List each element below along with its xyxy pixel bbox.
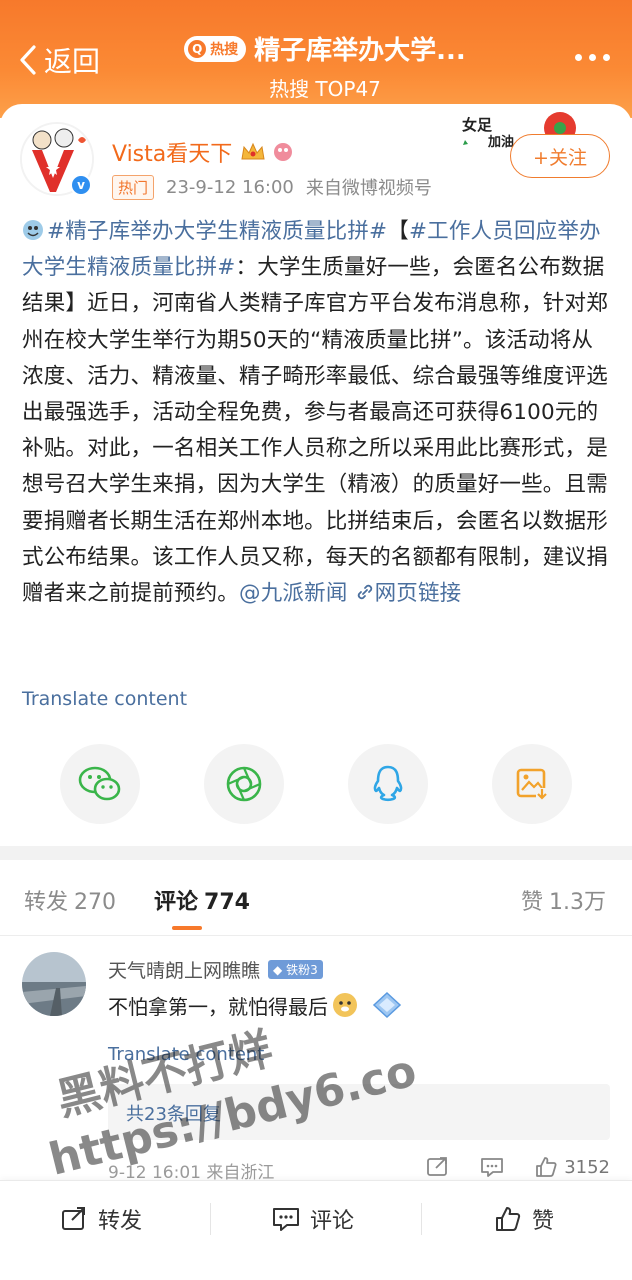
reply-icon[interactable] <box>480 1156 504 1178</box>
diamond-sticker-icon <box>372 991 402 1019</box>
fan-badge: ◆ 铁粉3 <box>268 960 323 979</box>
comment-like-button[interactable]: 3152 <box>534 1156 610 1178</box>
mention-link[interactable]: @九派新闻 <box>239 581 348 606</box>
more-options-button[interactable] <box>575 54 610 61</box>
hot-search-badge: Q 热搜 <box>184 35 247 62</box>
crown-icon <box>241 142 265 160</box>
translate-link[interactable]: Translate content <box>22 688 187 710</box>
wechat-icon <box>78 766 121 801</box>
commenter-avatar[interactable] <box>22 952 86 1016</box>
page-subtitle: 热搜 TOP47 <box>269 77 381 101</box>
share-moments-button[interactable] <box>204 744 284 824</box>
share-row <box>60 744 572 824</box>
hot-tag: 热门 <box>112 174 155 200</box>
dot-icon <box>603 54 610 61</box>
follow-button[interactable]: +关注 <box>510 134 610 178</box>
web-link[interactable]: 网页链接 <box>355 581 462 606</box>
comment-button[interactable]: 评论 <box>272 1201 354 1237</box>
header-title-group: Q 热搜 精子库举办大学... 热搜 TOP47 <box>160 30 490 102</box>
back-button[interactable]: 返回 <box>18 40 100 80</box>
save-image-icon <box>516 768 548 800</box>
post-card: v Vista看天下 热门 23-9-12 16:00 来自微博视频号 女足 加… <box>0 104 632 846</box>
section-divider <box>0 846 632 860</box>
thumbs-up-icon <box>536 1157 557 1177</box>
avatar-landscape-image <box>22 952 86 1016</box>
bottom-action-bar: 转发 评论 赞 <box>0 1180 632 1280</box>
doge-emoji-icon <box>333 993 357 1017</box>
comment-icon <box>273 1208 299 1231</box>
divider <box>421 1203 422 1235</box>
save-image-button[interactable] <box>492 744 572 824</box>
qq-icon <box>373 765 403 802</box>
dot-icon <box>575 54 582 61</box>
thumbs-up-icon <box>496 1207 521 1231</box>
tab-repost[interactable]: 转发 270 <box>24 884 116 916</box>
repost-icon <box>62 1207 85 1230</box>
svg-text:女足: 女足 <box>462 116 493 134</box>
repost-button[interactable]: 转发 <box>60 1201 142 1237</box>
view-replies-button[interactable]: 共23条回复 <box>108 1084 610 1140</box>
share-icon[interactable] <box>426 1156 450 1178</box>
search-icon: Q <box>188 39 207 58</box>
sticker-icon <box>274 143 293 161</box>
divider <box>210 1203 211 1235</box>
verified-badge-icon: v <box>70 174 92 196</box>
like-button[interactable]: 赞 <box>494 1201 554 1237</box>
commenter-name[interactable]: 天气晴朗上网瞧瞧 ◆ 铁粉3 <box>108 956 323 983</box>
svg-text:加油: 加油 <box>487 134 514 150</box>
engagement-tabs: 转发 270 评论 774 赞 1.3万 <box>0 860 632 936</box>
dot-icon <box>589 54 596 61</box>
comment-translate-link[interactable]: Translate content <box>108 1044 264 1065</box>
page-title: 精子库举办大学... <box>254 36 466 66</box>
post-body: ：大学生质量好一些，会匿名公布数据结果】近日，河南省人类精子库官方平台发布消息称… <box>22 255 608 607</box>
share-wechat-button[interactable] <box>60 744 140 824</box>
top-header: 返回 Q 热搜 精子库举办大学... 热搜 TOP47 <box>0 0 632 118</box>
emoji-icon <box>23 220 43 240</box>
comment-text: 不怕拿第一，就怕得最后 <box>108 990 404 1020</box>
link-icon <box>357 584 372 600</box>
post-meta: 热门 23-9-12 16:00 来自微博视频号 <box>112 174 432 200</box>
comment-actions: 3152 <box>426 1156 610 1178</box>
author-name[interactable]: Vista看天下 <box>112 136 296 168</box>
hashtag-link[interactable]: #精子库举办大学生精液质量比拼# <box>47 219 387 244</box>
tab-comments[interactable]: 评论 774 <box>154 884 250 916</box>
moments-icon <box>226 766 262 802</box>
share-qq-button[interactable] <box>348 744 428 824</box>
active-tab-indicator <box>172 926 202 930</box>
post-source[interactable]: 来自微博视频号 <box>306 174 432 200</box>
chevron-left-icon <box>20 45 36 75</box>
post-time: 23-9-12 16:00 <box>166 176 294 198</box>
tab-likes[interactable]: 赞 1.3万 <box>521 884 606 916</box>
post-text: #精子库举办大学生精液质量比拼#【#工作人员回应举办大学生精液质量比拼#：大学生… <box>22 219 608 607</box>
back-label: 返回 <box>44 45 101 78</box>
